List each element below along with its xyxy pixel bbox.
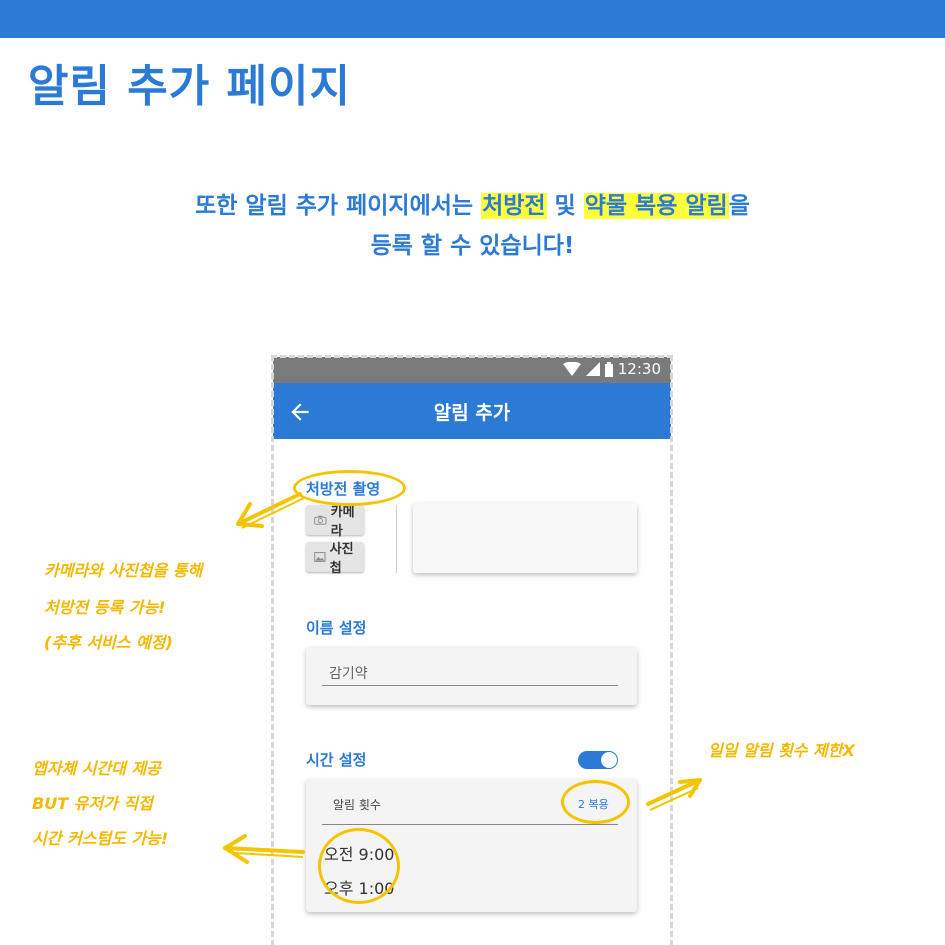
count-highlight-circle [561, 780, 630, 824]
alarm-count-label: 알림 횟수 [333, 798, 381, 812]
status-bar: 12:30 [273, 357, 671, 383]
times-highlight-circle [318, 828, 400, 904]
camera-icon [314, 515, 327, 525]
toggle-knob [601, 752, 617, 768]
note-left-top-2: 처방전 등록 가능! [44, 598, 166, 617]
arrow-to-bottom-note [223, 834, 305, 864]
note-left-bottom-3: 시간 커스텀도 가능! [32, 829, 169, 848]
name-label: 이름 설정 [306, 619, 367, 637]
time-toggle[interactable] [578, 751, 618, 769]
app-bar-title: 알림 추가 [433, 402, 511, 424]
note-left-bottom-1: 앱자체 시간대 제공 [32, 759, 161, 778]
camera-button-label: 카메라 [330, 505, 355, 539]
note-right: 일일 알림 횟수 제한X [708, 741, 855, 760]
app-bar: 알림 추가 [273, 383, 671, 439]
intro-highlight-prescription: 처방전 [481, 193, 547, 219]
time-label: 시간 설정 [306, 751, 367, 769]
top-banner [0, 0, 945, 38]
intro-highlight-alarm: 약물 복용 알림 [583, 193, 729, 219]
intro-line-2: 등록 할 수 있습니다! [370, 233, 575, 259]
gallery-button-label: 사진첩 [329, 542, 354, 576]
signal-icon [585, 362, 600, 376]
camera-button[interactable]: 카메라 [306, 505, 364, 539]
alarm-count-underline [322, 824, 618, 825]
arrow-to-left-note [236, 492, 305, 529]
intro-text-pre: 또한 알림 추가 페이지에서는 [195, 193, 482, 219]
intro-text-mid: 및 [546, 193, 584, 219]
page-title: 알림 추가 페이지 [28, 61, 351, 112]
prescription-preview[interactable] [413, 503, 637, 573]
name-input[interactable]: 감기약 [329, 663, 368, 683]
status-time: 12:30 [617, 360, 661, 378]
arrow-to-right-note [646, 778, 702, 811]
name-card: 감기약 [306, 647, 637, 705]
intro-line-1: 또한 알림 추가 페이지에서는 처방전 및 약물 복용 알림을 [0, 186, 945, 220]
intro-text-post: 을 [728, 193, 750, 219]
image-icon [314, 552, 326, 562]
note-left-bottom-2: BUT 유저가 직접 [32, 794, 153, 813]
note-left-top-1: 카메라와 사진첩을 통해 [44, 561, 203, 580]
gallery-button[interactable]: 사진첩 [306, 542, 364, 576]
divider [396, 505, 397, 573]
note-left-top-3: (추후 서비스 예정) [44, 633, 173, 652]
wifi-icon [562, 362, 581, 376]
name-underline [322, 685, 618, 686]
battery-icon [604, 361, 613, 377]
